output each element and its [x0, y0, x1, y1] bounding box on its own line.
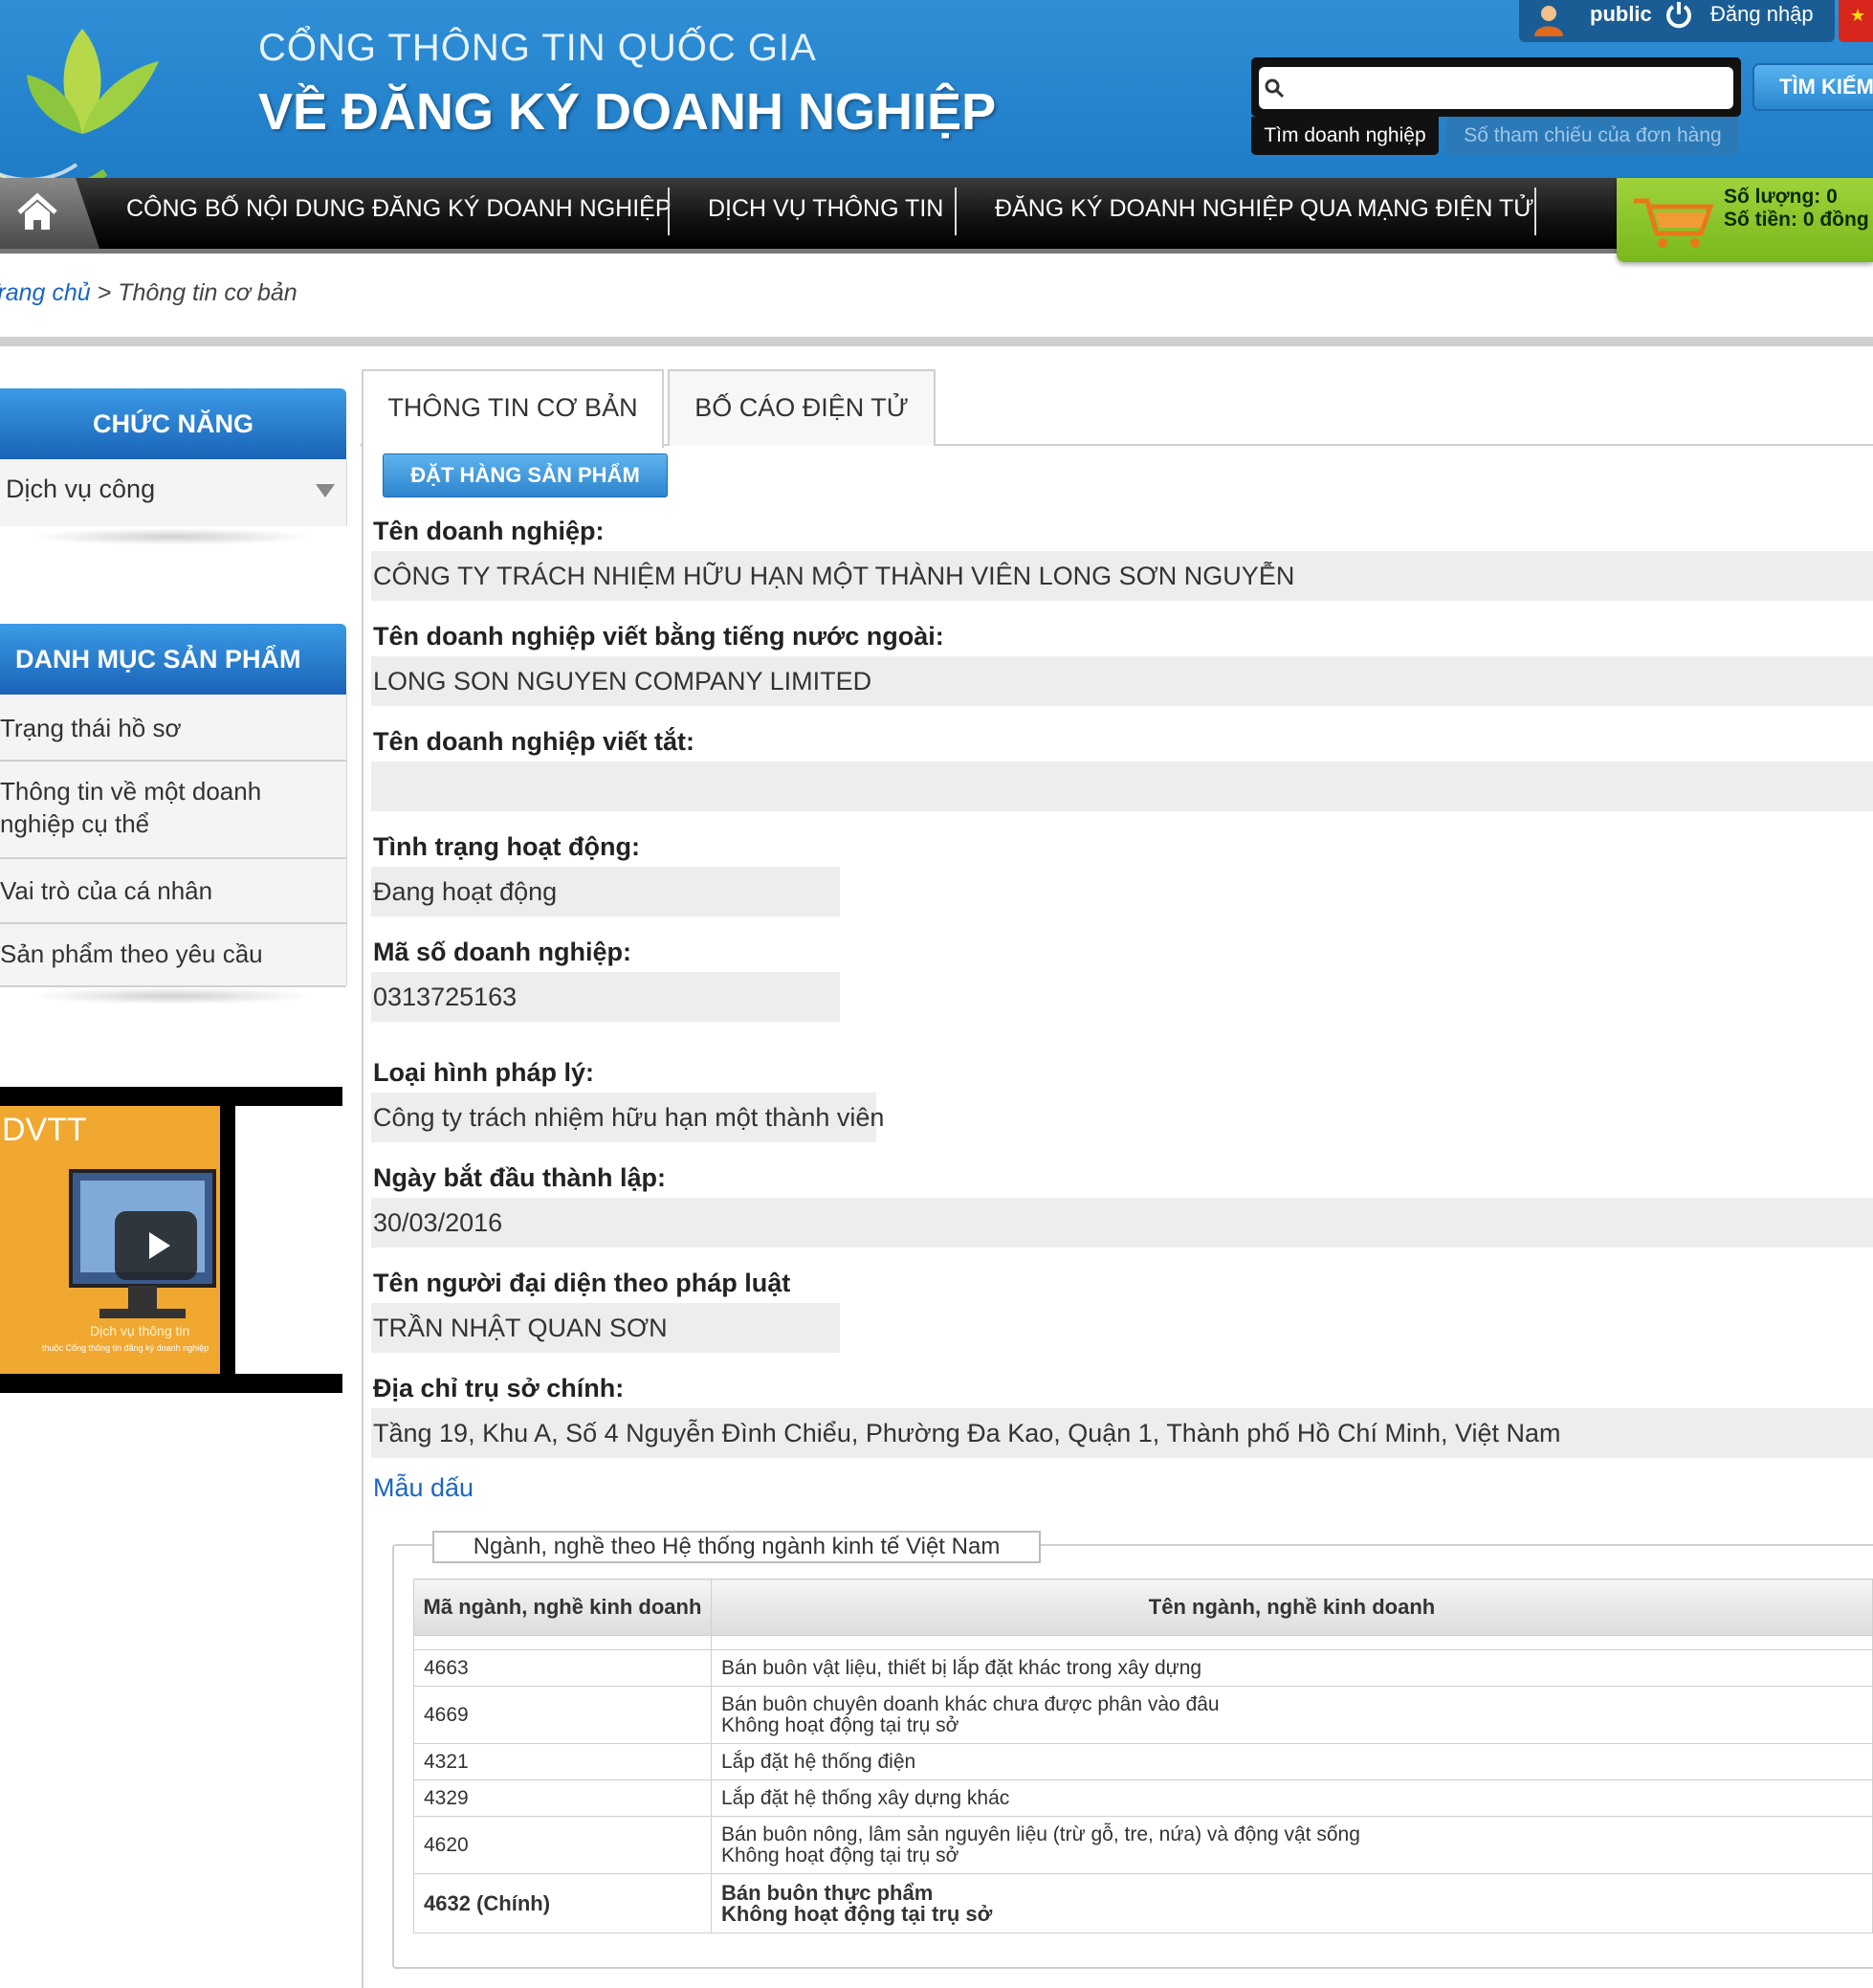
sidebar-item-products-on-demand[interactable]: Sản phẩm theo yêu cầu: [0, 924, 346, 987]
industry-name-text: Bán buôn thực phẩm: [721, 1880, 934, 1905]
founding-date-value: 30/03/2016: [371, 1198, 1873, 1248]
industry-note: Không hoạt động tại trụ sở: [721, 1901, 993, 1926]
site-logo[interactable]: [0, 0, 182, 178]
user-name[interactable]: public: [1590, 2, 1652, 27]
industry-name: Lắp đặt hệ thống xây dựng khác: [711, 1779, 1873, 1817]
industry-name-text: Lắp đặt hệ thống điện: [721, 1750, 916, 1773]
tab-find-business[interactable]: Tìm doanh nghiệp: [1251, 117, 1439, 155]
table-row: 4669 Bán buôn chuyên doanh khác chưa đượ…: [413, 1686, 1873, 1744]
nav-separator: [1534, 188, 1536, 235]
video-thumbnail: DVTT Dịch vụ thông tin thuộc Cổng thông …: [0, 1106, 342, 1374]
power-icon[interactable]: [1664, 0, 1693, 29]
functions-heading: CHỨC NĂNG: [0, 388, 346, 459]
company-name-value: CÔNG TY TRÁCH NHIỆM HỮU HẠN MỘT THÀNH VI…: [371, 551, 1873, 601]
sidebar-shadow: [29, 987, 316, 1005]
industry-code: 4321: [413, 1743, 712, 1780]
sidebar-item-business-info[interactable]: Thông tin về một doanh nghiệp cụ thể: [0, 762, 346, 859]
address-value: Tầng 19, Khu A, Số 4 Nguyễn Đình Chiểu, …: [371, 1408, 1873, 1458]
column-header-code[interactable]: Mã ngành, nghề kinh doanh: [413, 1579, 712, 1636]
nav-separator: [668, 188, 670, 235]
industry-note: Không hoạt động tại trụ sở: [721, 1713, 959, 1736]
industry-name-text: Lắp đặt hệ thống xây dựng khác: [721, 1786, 1010, 1809]
search-button[interactable]: TÌM KIẾM: [1752, 63, 1873, 111]
breadcrumb-current: Thông tin cơ bản: [118, 279, 297, 306]
legal-type-value: Công ty trách nhiệm hữu hạn một thành vi…: [371, 1093, 884, 1142]
industry-code: 4663: [413, 1649, 712, 1687]
industry-note: Không hoạt động tại trụ sở: [721, 1844, 959, 1867]
foreign-name-label: Tên doanh nghiệp viết bằng tiếng nước ng…: [373, 622, 944, 651]
video-caption-small: thuộc Cổng thông tin đăng ký doanh nghiệ…: [42, 1343, 209, 1353]
foreign-name-value: LONG SON NGUYEN COMPANY LIMITED: [371, 656, 1873, 706]
table-row: 4321 Lắp đặt hệ thống điện: [413, 1743, 1873, 1780]
founding-date-label: Ngày bắt đầu thành lập:: [373, 1163, 667, 1192]
header-divider: [0, 337, 1873, 346]
legal-type-label: Loại hình pháp lý:: [373, 1058, 594, 1087]
address-label: Địa chỉ trụ sở chính:: [373, 1374, 625, 1403]
industries-legend: Ngành, nghề theo Hệ thống ngành kinh tế …: [432, 1531, 1041, 1563]
industry-name-text: Bán buôn nông, lâm sản nguyên liệu (trừ …: [721, 1822, 1360, 1845]
catalog-heading: DANH MỤC SẢN PHẨM: [0, 624, 346, 695]
short-name-value: [371, 762, 1873, 811]
status-value: Đang hoạt động: [371, 867, 840, 917]
table-row: 4329 Lắp đặt hệ thống xây dựng khác: [413, 1779, 1873, 1817]
login-link[interactable]: Đăng nhập: [1710, 2, 1814, 27]
column-header-name[interactable]: Tên ngành, nghề kinh doanh: [711, 1579, 1873, 1636]
functions-select-value[interactable]: Dịch vụ công: [6, 475, 155, 504]
sidebar-item-personal-role[interactable]: Vai trò của cá nhân: [0, 859, 346, 924]
industry-name: Bán buôn nông, lâm sản nguyên liệu (trừ …: [711, 1816, 1873, 1874]
tab-e-announcement[interactable]: BỐ CÁO ĐIỆN TỬ: [668, 369, 936, 446]
video-title: DVTT: [2, 1112, 87, 1148]
cart-icon: [1634, 198, 1714, 248]
breadcrumb: Trang chủ > Thông tin cơ bản: [0, 279, 297, 307]
industry-name-text: Bán buôn vật liệu, thiết bị lắp đặt khác…: [721, 1656, 1202, 1679]
tab-basic-info[interactable]: THÔNG TIN CƠ BẢN: [362, 369, 664, 448]
legal-rep-label: Tên người đại diện theo pháp luật: [373, 1269, 791, 1297]
cart-quantity: Số lượng: 0: [1724, 186, 1838, 208]
table-row: 4663 Bán buôn vật liệu, thiết bị lắp đặt…: [413, 1649, 1873, 1687]
company-name-label: Tên doanh nghiệp:: [373, 517, 605, 545]
video-player[interactable]: DVTT Dịch vụ thông tin thuộc Cổng thông …: [0, 1087, 342, 1393]
short-name-label: Tên doanh nghiệp viết tắt:: [373, 727, 694, 756]
breadcrumb-home-link[interactable]: Trang chủ: [0, 279, 91, 306]
shopping-cart[interactable]: Số lượng: 0 Số tiền: 0 đồng: [1617, 178, 1873, 262]
industry-name-text: Bán buôn chuyên doanh khác chưa được phâ…: [721, 1692, 1220, 1715]
search-input[interactable]: [1259, 67, 1733, 109]
search-icon: [1265, 78, 1285, 99]
home-icon[interactable]: [15, 191, 59, 233]
industries-table: Mã ngành, nghề kinh doanh Tên ngành, ngh…: [413, 1579, 1873, 1933]
breadcrumb-separator: >: [90, 279, 119, 306]
cart-amount: Số tiền: 0 đồng: [1724, 209, 1869, 231]
portal-title-line1: CỔNG THÔNG TIN QUỐC GIA: [258, 27, 817, 69]
video-caption: Dịch vụ thông tin: [90, 1323, 189, 1338]
industry-name: Bán buôn chuyên doanh khác chưa được phâ…: [711, 1686, 1873, 1744]
chevron-down-icon[interactable]: [316, 484, 335, 497]
industry-code: 4329: [413, 1779, 712, 1817]
nav-item-online-registration[interactable]: ĐĂNG KÝ DOANH NGHIỆP QUA MẠNG ĐIỆN TỬ: [995, 178, 1534, 249]
order-product-button[interactable]: ĐẶT HÀNG SẢN PHẨM: [383, 453, 668, 497]
table-row: 4632 (Chính) Bán buôn thực phẩm Không ho…: [413, 1873, 1873, 1933]
nav-item-announcement[interactable]: CÔNG BỐ NỘI DUNG ĐĂNG KÝ DOANH NGHIỆP: [126, 178, 672, 249]
tab-order-reference[interactable]: Số tham chiếu của đơn hàng: [1446, 117, 1739, 155]
user-bar: public Đăng nhập: [1519, 0, 1835, 42]
enterprise-code-label: Mã số doanh nghiệp:: [373, 938, 631, 966]
sidebar-item-file-status[interactable]: Trạng thái hồ sơ: [0, 695, 346, 762]
enterprise-code-value: 0313725163: [371, 972, 840, 1022]
industry-code: 4669: [413, 1686, 712, 1744]
seal-sample-link[interactable]: Mẫu dấu: [373, 1473, 474, 1503]
portal-title-line2: VỀ ĐĂNG KÝ DOANH NGHIỆP: [258, 83, 997, 141]
status-label: Tình trạng hoạt động:: [373, 832, 640, 861]
industry-name: Bán buôn vật liệu, thiết bị lắp đặt khác…: [711, 1649, 1873, 1687]
legal-rep-value: TRẦN NHẬT QUAN SƠN: [371, 1303, 840, 1353]
sidebar-shadow: [29, 528, 316, 545]
industry-code: 4632 (Chính): [413, 1873, 712, 1933]
industry-name: Bán buôn thực phẩm Không hoạt động tại t…: [711, 1873, 1873, 1933]
nav-item-info-services[interactable]: DỊCH VỤ THÔNG TIN: [708, 178, 943, 249]
table-row: 4620 Bán buôn nông, lâm sản nguyên liệu …: [413, 1816, 1873, 1874]
industry-code: 4620: [413, 1816, 712, 1874]
nav-separator: [955, 188, 957, 235]
language-flag-icon[interactable]: ★: [1839, 0, 1873, 42]
user-icon: [1534, 6, 1563, 36]
industry-name: Lắp đặt hệ thống điện: [711, 1743, 1873, 1780]
